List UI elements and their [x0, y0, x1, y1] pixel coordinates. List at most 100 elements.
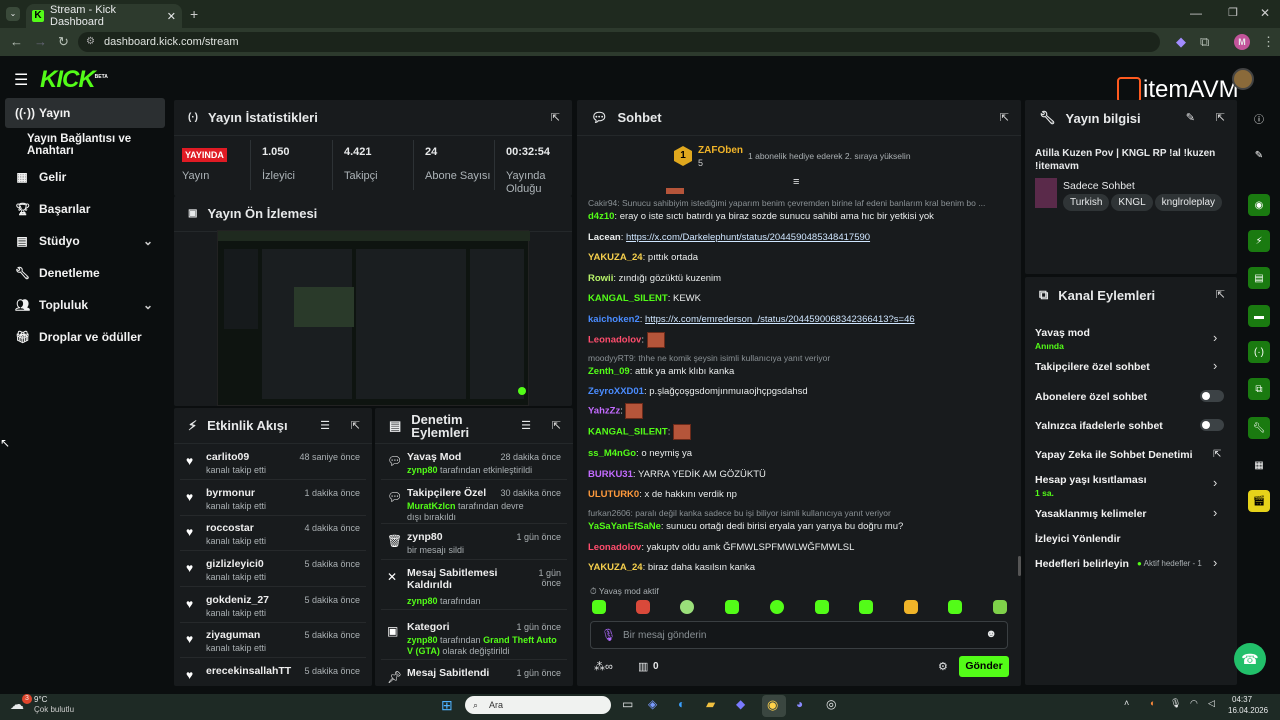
address-bar[interactable]: ⚙ dashboard.kick.com/stream	[78, 32, 1160, 52]
chat-link[interactable]: https://x.com/Darkelephunt/status/204459…	[626, 232, 870, 243]
category-thumbnail[interactable]	[1035, 178, 1057, 208]
emote-icon[interactable]	[636, 600, 650, 614]
kick-logo[interactable]: KICKBETA	[40, 66, 108, 94]
sidebar-item-yayin[interactable]: ((·)) Yayın	[5, 98, 165, 128]
close-window-icon[interactable]: ✕	[1260, 6, 1270, 20]
gift-icon[interactable]: ▥	[638, 660, 648, 673]
tab-search-icon[interactable]: ⌄	[6, 7, 20, 21]
external-link-icon[interactable]: ⇱	[1213, 449, 1221, 460]
sidebar-item-topluluk[interactable]: 👥︎ Topluluk ⌄	[5, 290, 165, 320]
discord-icon[interactable]: ◕	[796, 697, 803, 711]
banned-words-setting[interactable]: Yasaklanmış kelimeler	[1035, 508, 1223, 520]
sidebar-item-studyo[interactable]: ▤ Stüdyo ⌄	[5, 226, 165, 256]
filter-icon[interactable]: ☰	[320, 419, 330, 432]
forward-icon[interactable]: →	[34, 34, 47, 49]
clapperboard-icon[interactable]: 🎬︎	[1248, 490, 1270, 512]
task-view-icon[interactable]: ▭	[622, 697, 633, 711]
sidebar-item-gelir[interactable]: ▦ Gelir	[5, 162, 165, 192]
chat-input[interactable]: 🎙︎ Bir mesaj gönderin ☻	[590, 621, 1008, 649]
chat-username[interactable]: kaichoken2	[588, 314, 640, 325]
emote-icon[interactable]	[948, 600, 962, 614]
redirect-viewers-setting[interactable]: İzleyici Yönlendir	[1035, 533, 1223, 545]
emote-icon[interactable]	[725, 600, 739, 614]
stream-preview-video[interactable]	[217, 230, 530, 406]
chat-username[interactable]: ULUTURK0	[588, 489, 639, 500]
wifi-icon[interactable]: ◠	[1190, 698, 1198, 709]
points-infinity-icon[interactable]: ⁂∞	[594, 660, 613, 673]
chevron-right-icon[interactable]: ›	[1213, 358, 1217, 373]
emote-icon[interactable]	[993, 600, 1007, 614]
chat-scrollbar[interactable]	[1018, 556, 1021, 576]
tab-close-icon[interactable]: ✕	[167, 10, 176, 23]
action-actor[interactable]: zynp80	[407, 596, 438, 606]
chat-icon[interactable]: ▬	[1248, 305, 1270, 327]
chart-icon[interactable]: ▦	[1248, 454, 1270, 476]
feed-user[interactable]: carlito09	[206, 451, 249, 463]
chat-username[interactable]: ss_M4nGo	[588, 448, 636, 459]
user-avatar[interactable]	[1232, 68, 1254, 90]
top-gifter-name[interactable]: ZAFOben	[698, 145, 743, 156]
chat-username[interactable]: YaSaYanEfSaNe	[588, 521, 661, 532]
file-explorer-icon[interactable]: ▰	[706, 697, 715, 711]
ai-moderation-setting[interactable]: Yapay Zeka ile Sohbet Denetimi	[1035, 449, 1223, 461]
tag[interactable]: Turkish	[1063, 194, 1110, 211]
popout-icon[interactable]: ⇱	[552, 419, 561, 432]
chevron-right-icon[interactable]: ›	[1213, 555, 1217, 570]
edit-pencil-icon[interactable]: ✎	[1248, 144, 1270, 166]
browser-tab[interactable]: K Stream - Kick Dashboard ✕	[26, 4, 182, 28]
chevron-right-icon[interactable]: ›	[1213, 330, 1217, 345]
edit-pencil-icon[interactable]: ✎	[1186, 111, 1195, 124]
action-actor[interactable]: zynp80	[407, 465, 438, 475]
profile-avatar[interactable]: M	[1234, 34, 1250, 50]
feed-user[interactable]: roccostar	[206, 522, 254, 534]
support-chat-icon[interactable]: ☎	[1234, 643, 1266, 675]
chat-username[interactable]: Lacean	[588, 232, 621, 243]
feed-user[interactable]: gokdeniz_27	[206, 594, 269, 606]
document-icon[interactable]: ▤	[1248, 267, 1270, 289]
chat-settings-gear-icon[interactable]: ⚙	[938, 660, 948, 673]
popout-icon[interactable]: ⇱	[551, 111, 560, 124]
microphone-icon[interactable]: 🎙︎	[601, 628, 616, 642]
chat-link[interactable]: https://x.com/emrederson_/status/2044590…	[645, 314, 915, 325]
chat-username[interactable]: Rowii	[588, 273, 613, 284]
chat-username[interactable]: Leonadolov	[588, 335, 641, 346]
extension-icon[interactable]: ◆	[1176, 34, 1186, 50]
filter-icon[interactable]: ☰	[521, 419, 531, 432]
chat-username[interactable]: YahzZz	[588, 406, 620, 417]
chat-username[interactable]: YAKUZA_24	[588, 562, 643, 573]
chat-username[interactable]: Leonadolov	[588, 542, 641, 553]
chat-username[interactable]: BURKU31	[588, 469, 633, 480]
windows-start-icon[interactable]: ⊞	[441, 697, 453, 714]
microphone-icon[interactable]: 🎙︎	[1170, 698, 1181, 709]
copilot-icon[interactable]: ◈	[648, 697, 657, 711]
info-icon[interactable]: ⓘ	[1248, 107, 1270, 129]
menu-icon[interactable]: ☰	[14, 70, 28, 90]
teams-icon[interactable]: ◆	[736, 697, 745, 711]
chrome-taskbar-button[interactable]: ◉	[762, 695, 786, 717]
emote-icon[interactable]	[680, 600, 694, 614]
chevron-right-icon[interactable]: ›	[1213, 475, 1217, 490]
sidebar-item-stream-key[interactable]: Yayın Bağlantısı ve Anahtarı	[5, 130, 173, 160]
sidebar-item-droplar[interactable]: 🎁︎ Droplar ve ödüller	[5, 322, 165, 352]
popout-icon[interactable]: ⇱	[351, 419, 360, 432]
emote-icon[interactable]	[904, 600, 918, 614]
tray-app-icon[interactable]: ◐	[1150, 698, 1155, 708]
tray-chevron-icon[interactable]: ˄	[1124, 698, 1129, 708]
new-tab-icon[interactable]: +	[190, 6, 198, 22]
chevron-right-icon[interactable]: ›	[1213, 505, 1217, 520]
taskbar-search[interactable]: ⌕ Ara	[465, 696, 611, 714]
feed-user[interactable]: gizlizleyici0	[206, 558, 264, 570]
app-icon[interactable]: ◎	[826, 697, 836, 711]
popout-icon[interactable]: ⇱	[1216, 111, 1225, 124]
popout-icon[interactable]: ⇱	[1216, 288, 1225, 301]
chat-username[interactable]: YAKUZA_24	[588, 252, 643, 263]
popout-icon[interactable]: ⇱	[1000, 111, 1009, 124]
action-actor[interactable]: MuratKzlcn	[407, 501, 456, 511]
reload-icon[interactable]: ↻	[58, 34, 69, 50]
emoji-icon[interactable]: ☻	[985, 628, 997, 640]
channel-actions-icon[interactable]: ⧉	[1248, 378, 1270, 400]
minimize-icon[interactable]: —	[1190, 6, 1202, 20]
back-icon[interactable]: ←	[10, 34, 23, 49]
emote-icon[interactable]	[770, 600, 784, 614]
chat-username[interactable]: KANGAL_SILENT	[588, 293, 668, 304]
